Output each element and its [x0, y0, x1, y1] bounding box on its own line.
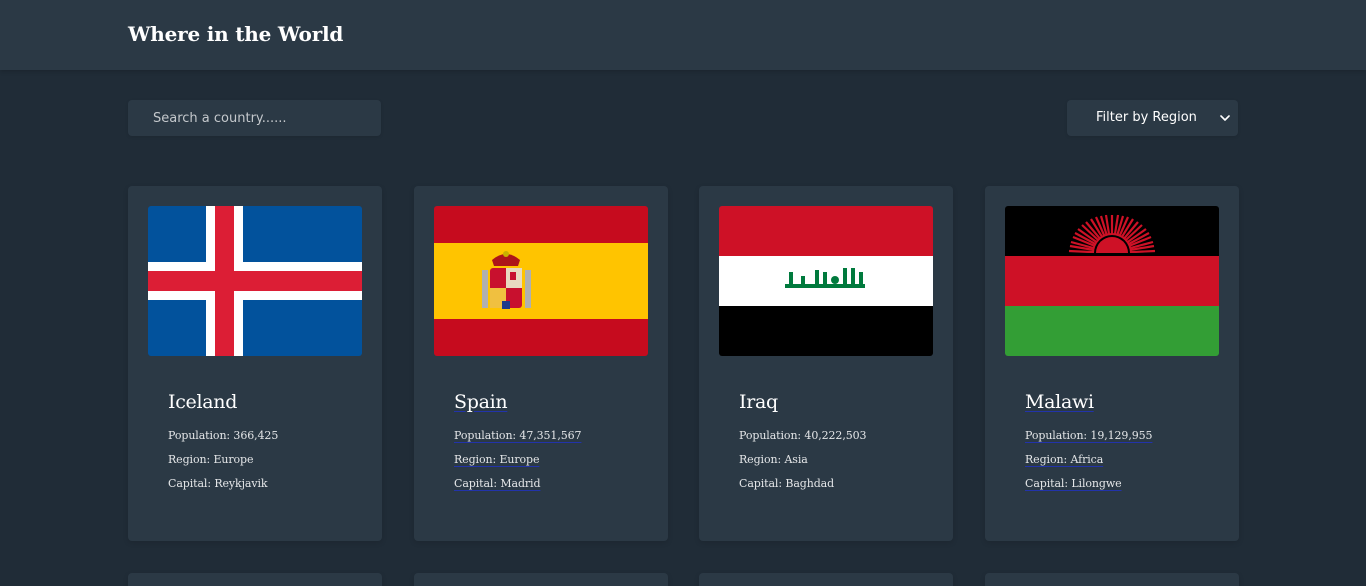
- country-card[interactable]: [414, 573, 668, 586]
- country-name: Iceland: [168, 391, 238, 413]
- country-card[interactable]: [128, 573, 382, 586]
- country-capital: Capital: Madrid: [454, 477, 541, 490]
- country-name: Spain: [454, 391, 508, 413]
- country-name: Malawi: [1025, 391, 1094, 413]
- app-title: Where in the World: [128, 22, 344, 46]
- country-card-iceland[interactable]: Iceland Population: 366,425 Region: Euro…: [128, 186, 382, 541]
- chevron-down-icon: [1220, 115, 1230, 121]
- country-name: Iraq: [739, 391, 778, 413]
- country-population: Population: 40,222,503: [739, 429, 867, 442]
- country-capital: Capital: Lilongwe: [1025, 477, 1122, 490]
- country-card[interactable]: [985, 573, 1239, 586]
- country-region: Region: Europe: [454, 453, 540, 466]
- iraq-flag: [719, 206, 933, 356]
- country-region: Region: Asia: [739, 453, 808, 466]
- country-card-spain[interactable]: Spain Population: 47,351,567 Region: Eur…: [414, 186, 668, 541]
- country-region: Region: Europe: [168, 453, 254, 466]
- region-filter-dropdown[interactable]: Filter by Region: [1067, 100, 1238, 136]
- country-card-malawi[interactable]: Malawi Population: 19,129,955 Region: Af…: [985, 186, 1239, 541]
- filter-label: Filter by Region: [1096, 110, 1197, 125]
- search-input[interactable]: [128, 100, 381, 136]
- header-bar: Where in the World: [0, 0, 1366, 70]
- country-population: Population: 19,129,955: [1025, 429, 1153, 442]
- country-population: Population: 47,351,567: [454, 429, 582, 442]
- search-box[interactable]: [128, 100, 381, 136]
- country-card[interactable]: [699, 573, 953, 586]
- country-region: Region: Africa: [1025, 453, 1104, 466]
- country-card-iraq[interactable]: Iraq Population: 40,222,503 Region: Asia…: [699, 186, 953, 541]
- country-capital: Capital: Reykjavik: [168, 477, 268, 490]
- malawi-flag: [1005, 206, 1219, 356]
- country-population: Population: 366,425: [168, 429, 279, 442]
- spain-flag: [434, 206, 648, 356]
- country-capital: Capital: Baghdad: [739, 477, 835, 490]
- iceland-flag: [148, 206, 362, 356]
